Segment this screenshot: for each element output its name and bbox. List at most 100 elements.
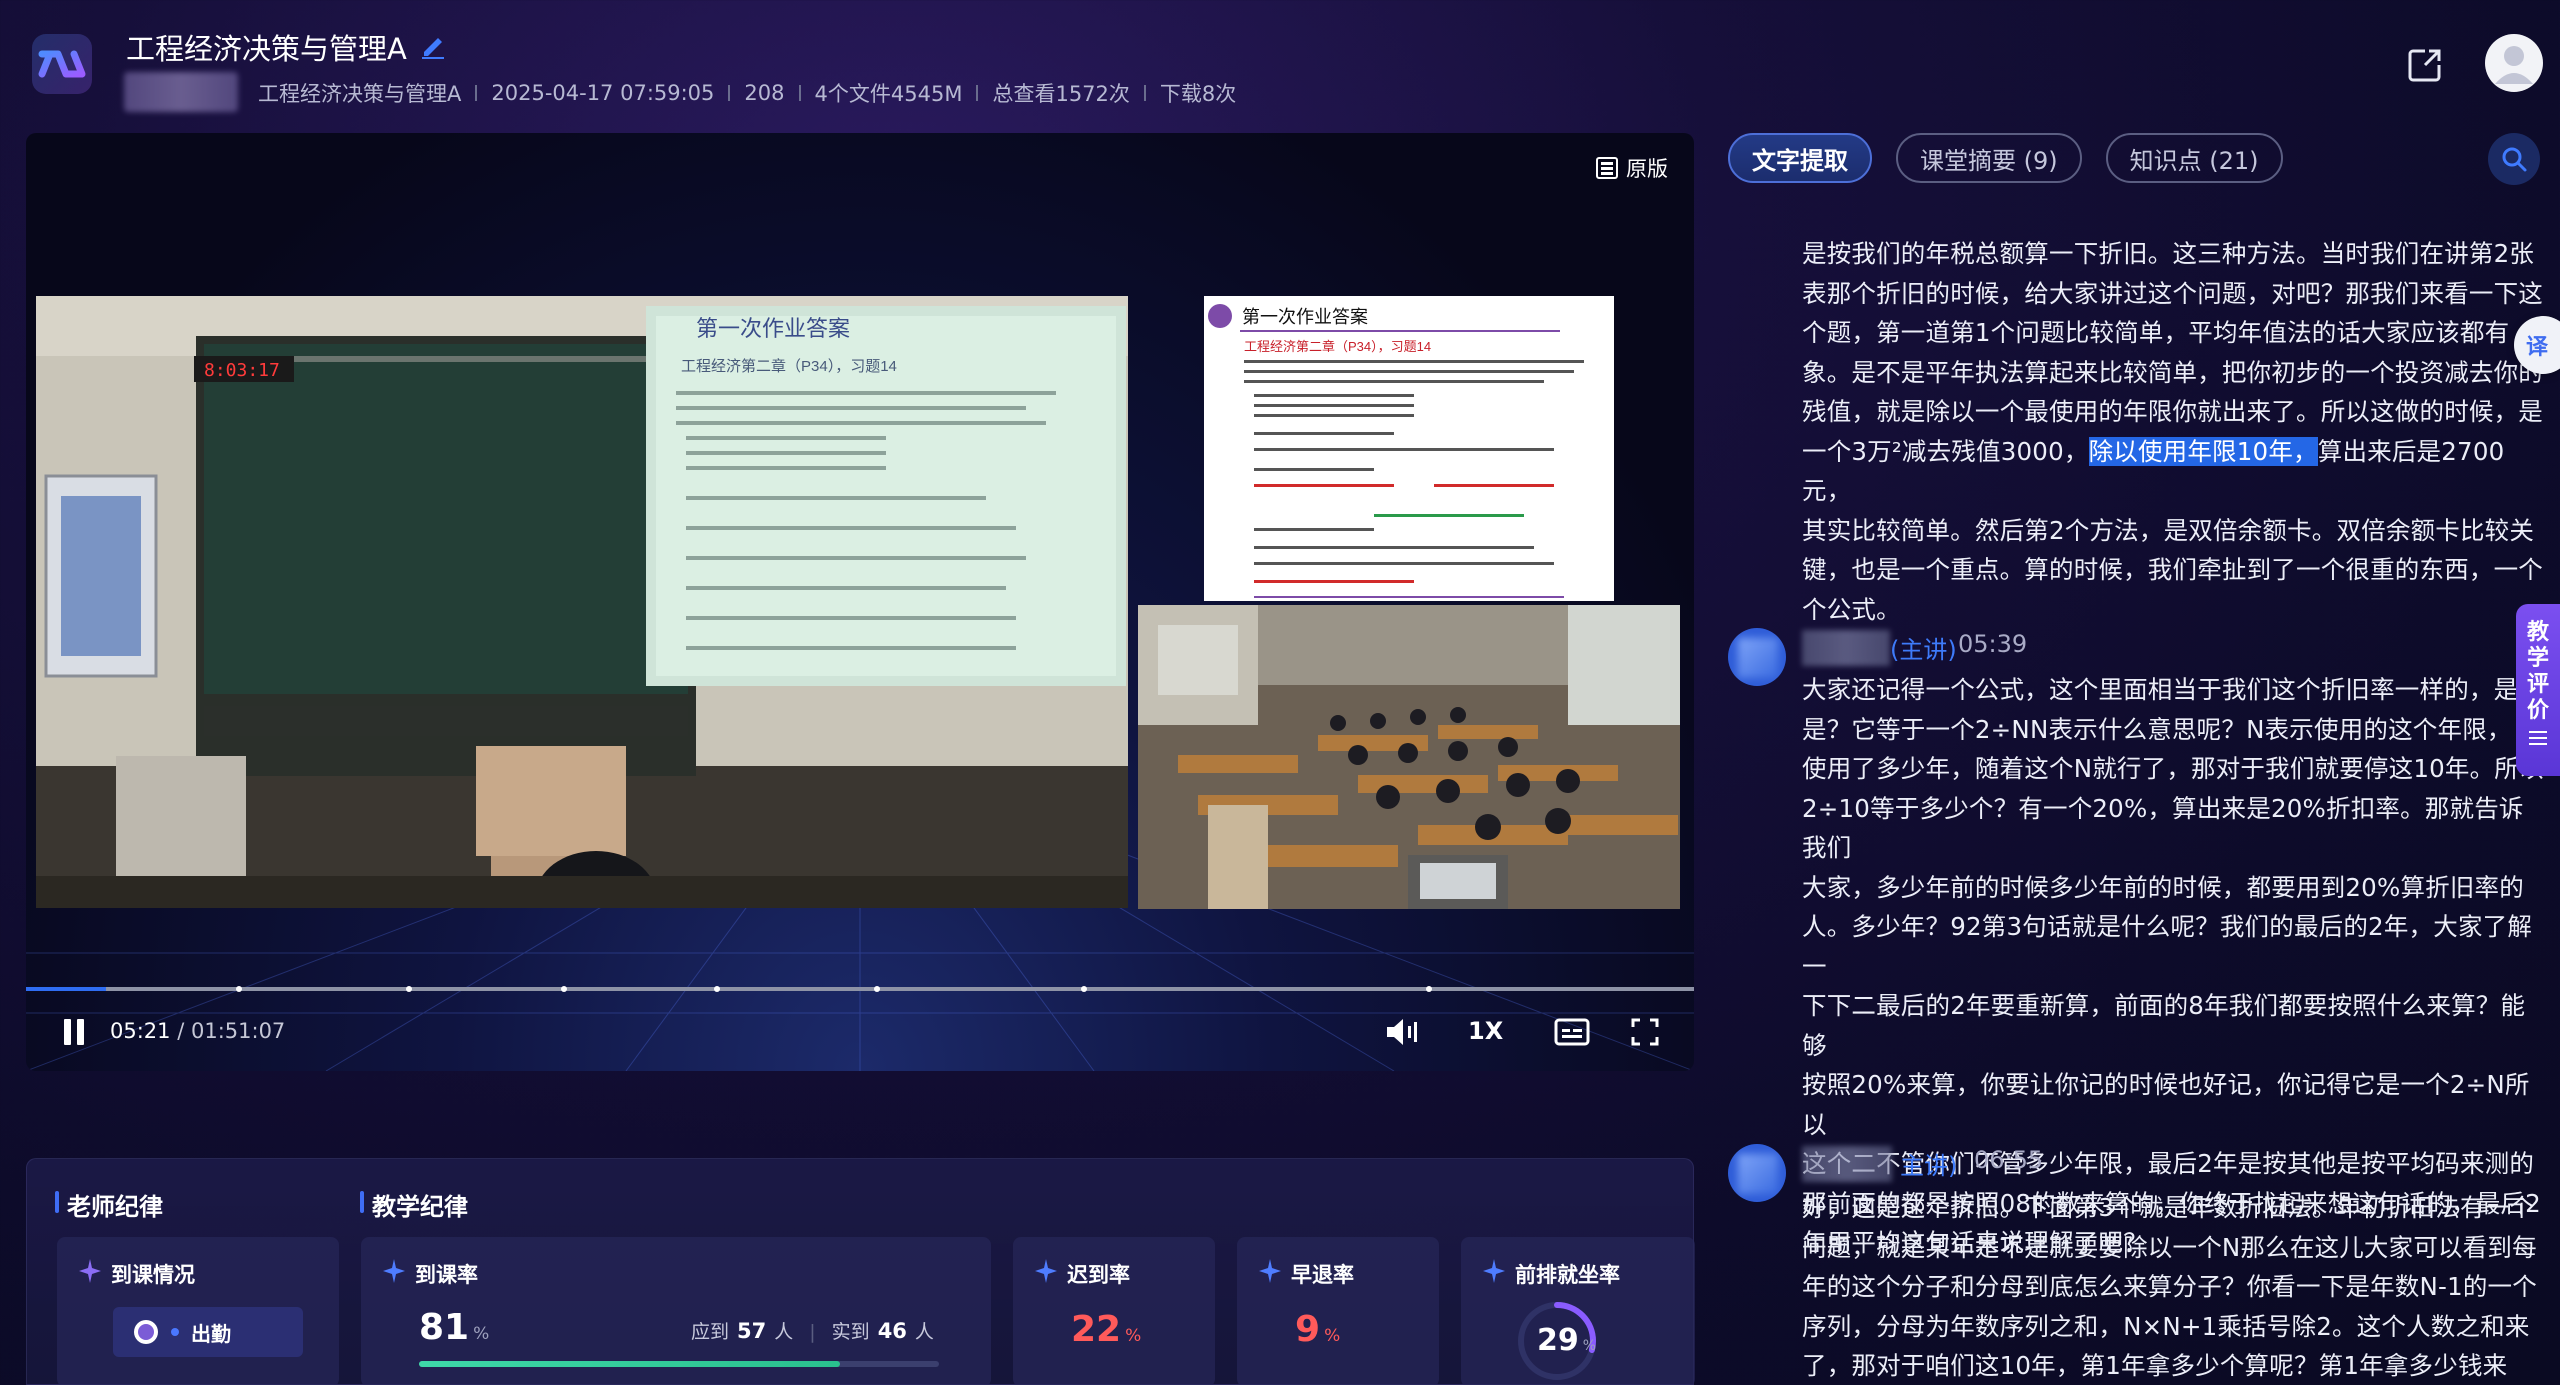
speaker-role: (主讲) xyxy=(1890,636,1957,664)
video-progress-bar[interactable] xyxy=(26,986,1694,992)
chapter-marker[interactable] xyxy=(236,986,242,992)
meta-views: 总查看1572次 xyxy=(992,82,1130,106)
teacher-avatar-icon xyxy=(134,1320,158,1344)
search-icon xyxy=(2502,147,2527,172)
speaker-avatar xyxy=(1728,628,1786,686)
attendance-card-title: 到课情况 xyxy=(79,1259,195,1289)
arrival-rate-title: 到课率 xyxy=(383,1259,478,1289)
course-title: 工程经济决策与管理A xyxy=(126,32,407,66)
projected-slide-title: 第一次作业答案 xyxy=(696,316,850,341)
arrival-rate-bar xyxy=(419,1361,939,1367)
wall-clock-time: 8:03:17 xyxy=(204,360,280,381)
late-rate-card: 迟到率 22% xyxy=(1013,1237,1215,1385)
speaker-role: 主讲) xyxy=(1900,1152,1958,1180)
classroom-students-camera xyxy=(1138,605,1680,909)
meta-room: 208 xyxy=(744,81,785,105)
total-time: / 01:51:07 xyxy=(177,1019,286,1043)
search-button[interactable] xyxy=(2488,133,2540,185)
meta-datetime: 2025-04-17 07:59:05 xyxy=(491,81,715,105)
students-image xyxy=(1138,605,1680,909)
header: 工程经济决策与管理A 工程经济决策与管理A 2025-04-17 07:59:0… xyxy=(0,0,2560,125)
teaching-evaluation-tab[interactable]: 教学评价 xyxy=(2516,604,2560,776)
transcript-block-3: 好，这是这个折旧。下面第3个就是年数折旧法。年初折旧法有一个 问题，就是某年是不… xyxy=(1802,1193,2537,1380)
user-icon xyxy=(2495,46,2533,84)
attendance-card: 到课情况 出勤 xyxy=(57,1237,339,1385)
chapter-marker[interactable] xyxy=(874,986,880,992)
subtitles-icon[interactable] xyxy=(1554,1015,1590,1049)
early-leave-value: 9% xyxy=(1295,1309,1341,1350)
chapter-marker[interactable] xyxy=(1081,986,1087,992)
chapter-marker[interactable] xyxy=(714,986,720,992)
course-meta: 工程经济决策与管理A 2025-04-17 07:59:05 208 4个文件4… xyxy=(258,78,1236,108)
ppt-slide-title: 第一次作业答案 xyxy=(1242,307,1368,327)
front-seat-title: 前排就坐率 xyxy=(1483,1259,1620,1289)
sparkle-icon xyxy=(383,1259,405,1283)
teaching-evaluation-label: 教学评价 xyxy=(2527,620,2550,723)
discipline-stats-panel: 老师纪律 教学纪律 到课情况 出勤 到课率 81% 应到 57 人 | 实到 4… xyxy=(26,1158,1695,1385)
list-icon xyxy=(2529,731,2547,745)
arrival-rate-card: 到课率 81% 应到 57 人 | 实到 46 人 xyxy=(361,1237,991,1385)
chapter-marker[interactable] xyxy=(1426,986,1432,992)
arrival-counts: 应到 57 人 | 实到 46 人 xyxy=(691,1319,934,1343)
arrival-rate-bar-fill xyxy=(419,1361,841,1367)
attendance-status: 出勤 xyxy=(191,1321,231,1346)
content-tabs: 文字提取 课堂摘要 (9) 知识点 (21) xyxy=(1728,133,2283,185)
teacher-discipline-title: 老师纪律 xyxy=(55,1187,163,1222)
current-time: 05:21 xyxy=(110,1019,171,1043)
tab-text-extraction[interactable]: 文字提取 xyxy=(1728,133,1872,183)
pause-icon xyxy=(64,1019,71,1045)
tab-class-summary[interactable]: 课堂摘要 (9) xyxy=(1896,133,2082,183)
fullscreen-icon[interactable] xyxy=(1630,1015,1660,1049)
early-leave-card: 早退率 9% xyxy=(1237,1237,1439,1385)
original-view-label: 原版 xyxy=(1626,157,1668,181)
sparkle-icon xyxy=(1483,1259,1505,1283)
playback-speed-button[interactable]: 1X xyxy=(1468,1017,1503,1051)
late-rate-value: 22% xyxy=(1071,1309,1142,1350)
speaker-timestamp[interactable]: 06:55 xyxy=(1974,1146,2043,1174)
edit-icon[interactable] xyxy=(418,30,448,60)
ppt-slide-subtitle: 工程经济第二章（P34），习题14 xyxy=(1244,339,1431,354)
projected-slide-subtitle: 工程经济第二章（P34），习题14 xyxy=(681,357,897,375)
app-logo-icon xyxy=(32,34,92,94)
share-icon[interactable] xyxy=(2405,45,2445,85)
ppt-screen: 第一次作业答案 工程经济第二章（P34），习题14 xyxy=(1204,296,1614,601)
classroom-front-image: 8:03:17 第一次作业答案 工程经济第二章（P34），习题14 xyxy=(36,296,1128,908)
meta-files: 4个文件4545M xyxy=(814,82,963,106)
highlighted-sentence[interactable]: 除以使用年限10年， xyxy=(2088,436,2318,466)
speaker-timestamp[interactable]: 05:39 xyxy=(1958,630,2027,658)
speaker-name-blurred xyxy=(1802,1146,1892,1182)
meta-course-name: 工程经济决策与管理A xyxy=(258,82,462,106)
late-rate-title: 迟到率 xyxy=(1035,1259,1130,1289)
classroom-front-camera: 8:03:17 第一次作业答案 工程经济第二章（P34），习题14 xyxy=(36,296,1128,908)
user-avatar[interactable] xyxy=(2485,34,2543,92)
teaching-discipline-title: 教学纪律 xyxy=(360,1187,468,1222)
video-player[interactable]: 原版 8:03:17 第一次作业答案 工程经济第二章（P34），习题14 第一次… xyxy=(26,133,1694,1071)
sparkle-icon xyxy=(79,1259,101,1283)
sparkle-icon xyxy=(1259,1259,1281,1283)
chapter-marker[interactable] xyxy=(406,986,412,992)
actual-count: 46 xyxy=(877,1319,907,1343)
meta-downloads: 下载8次 xyxy=(1159,82,1237,106)
volume-icon[interactable] xyxy=(1384,1015,1420,1049)
front-seat-card: 前排就坐率 29% xyxy=(1461,1237,1695,1385)
transcript-panel: 是按我们的年税总额算一下折旧。这三种方法。当时我们在讲第2张 表那个折旧的时候，… xyxy=(1728,228,2548,1385)
speaker-avatar xyxy=(1728,1144,1786,1202)
sparkle-icon xyxy=(1035,1259,1057,1283)
ppt-slide-image: 第一次作业答案 工程经济第二章（P34），习题14 xyxy=(1204,296,1614,601)
speaker-row: 主讲) 06:55 xyxy=(1728,1144,2548,1202)
status-dot xyxy=(171,1328,179,1336)
arrival-rate-value: 81% xyxy=(419,1307,490,1348)
teacher-name-blurred xyxy=(124,72,238,112)
speaker-name-blurred xyxy=(1802,630,1890,666)
tab-knowledge-points[interactable]: 知识点 (21) xyxy=(2105,133,2283,183)
early-leave-title: 早退率 xyxy=(1259,1259,1354,1289)
attendance-status-badge: 出勤 xyxy=(113,1307,303,1357)
video-controls: 05:21 / 01:51:07 1X xyxy=(26,1001,1694,1071)
original-view-button[interactable]: 原版 xyxy=(1596,153,1668,183)
pause-button[interactable] xyxy=(62,1019,86,1045)
chapter-marker[interactable] xyxy=(561,986,567,992)
video-progress-fill xyxy=(26,987,107,991)
time-display: 05:21 / 01:51:07 xyxy=(110,1019,285,1043)
expected-count: 57 xyxy=(737,1319,767,1343)
front-seat-value: 29% xyxy=(1537,1323,1597,1358)
